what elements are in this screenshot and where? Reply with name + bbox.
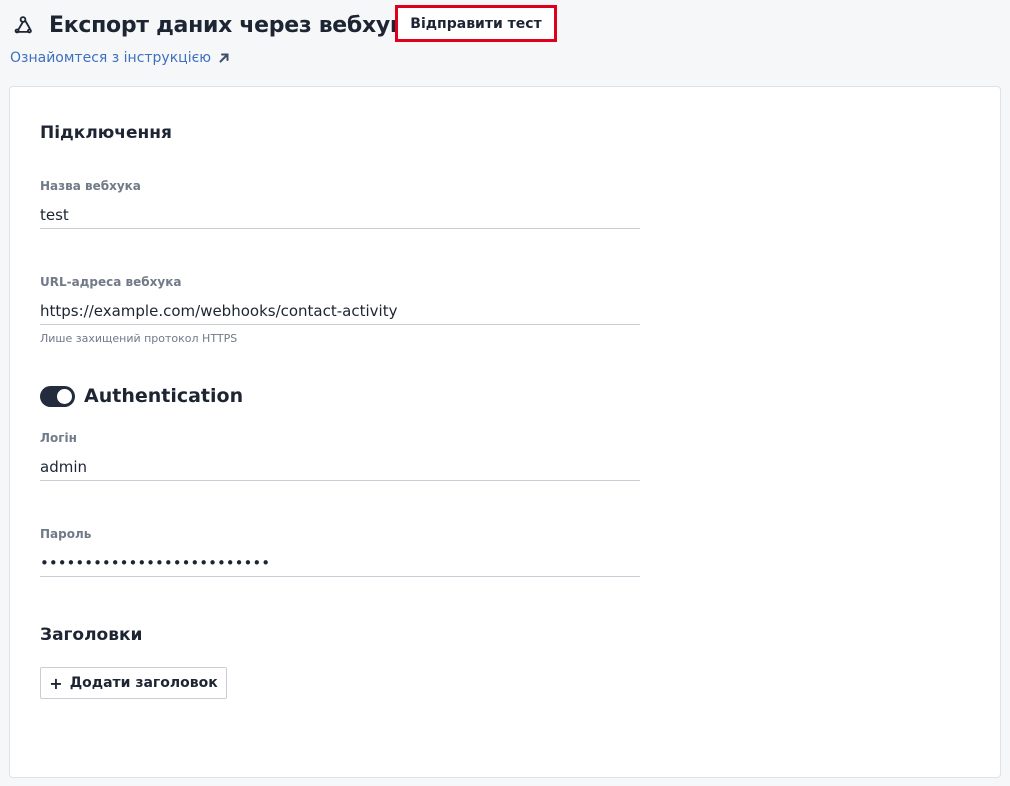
webhook-url-hint: Лише захищений протокол HTTPS xyxy=(40,332,238,345)
password-label: Пароль xyxy=(40,527,92,541)
toggle-knob xyxy=(57,389,72,404)
instructions-link-label: Ознайомтеся з інструкцією xyxy=(10,50,212,66)
login-label: Логін xyxy=(40,431,77,445)
webhook-settings-card: Підключення Назва вебхука URL-адреса веб… xyxy=(9,86,1001,778)
webhook-icon xyxy=(10,12,36,38)
webhook-url-label: URL-адреса вебхука xyxy=(40,275,182,289)
plus-icon: + xyxy=(49,673,63,693)
login-input[interactable] xyxy=(40,453,640,481)
connection-section-title: Підключення xyxy=(40,123,172,143)
webhook-url-input[interactable] xyxy=(40,297,640,325)
page-header: Експорт даних через вебхук xyxy=(10,8,405,42)
instructions-link[interactable]: Ознайомтеся з інструкцією xyxy=(10,48,230,68)
password-input[interactable] xyxy=(40,549,640,577)
webhook-name-label: Назва вебхука xyxy=(40,179,141,193)
page-title: Експорт даних через вебхук xyxy=(49,12,405,38)
send-test-button[interactable]: Відправити тест xyxy=(395,5,557,42)
authentication-title: Authentication xyxy=(84,385,244,407)
headers-section-title: Заголовки xyxy=(40,625,143,645)
add-header-label: Додати заголовок xyxy=(69,675,218,691)
authentication-toggle[interactable] xyxy=(40,386,75,407)
add-header-button[interactable]: + Додати заголовок xyxy=(40,667,227,699)
external-link-arrow-icon xyxy=(218,52,230,64)
webhook-name-input[interactable] xyxy=(40,201,640,229)
